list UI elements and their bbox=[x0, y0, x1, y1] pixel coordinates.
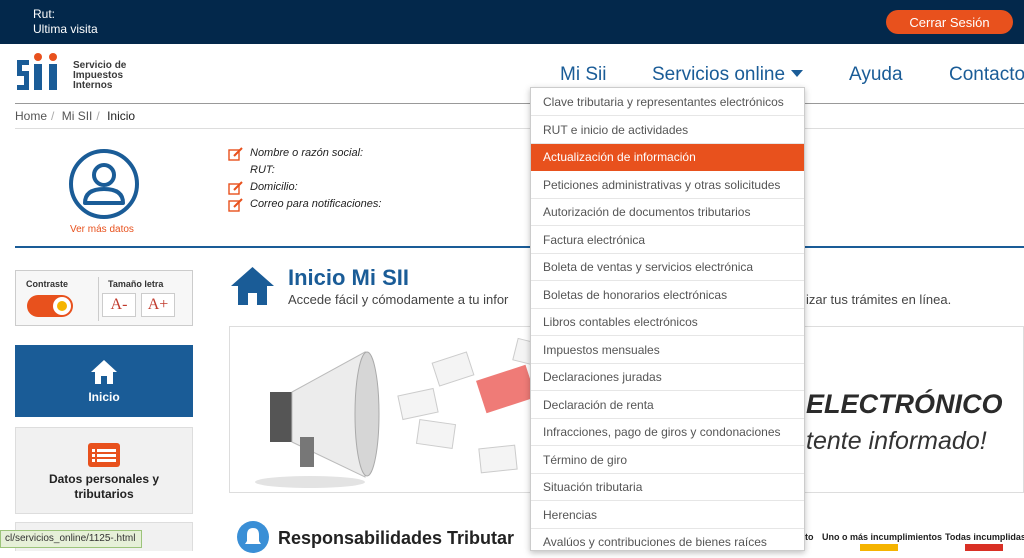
dropdown-item[interactable]: Actualización de información bbox=[531, 144, 804, 171]
sii-logo[interactable] bbox=[15, 52, 75, 96]
home-icon bbox=[91, 360, 117, 384]
banner-headline: ELECTRÓNICO bbox=[806, 389, 1003, 419]
nav-mi-sii[interactable]: Mi Sii bbox=[560, 64, 606, 86]
servicios-online-dropdown: Clave tributaria y representantes electr… bbox=[530, 87, 805, 551]
responsabilidades-title: Responsabilidades Tributar bbox=[278, 528, 515, 548]
page-subtitle-end: izar tus trámites en línea. bbox=[806, 292, 952, 307]
dropdown-item[interactable]: Declaraciones juradas bbox=[531, 364, 804, 391]
sidebar-item-datos-personales[interactable]: Datos personales y tributarios bbox=[15, 427, 193, 514]
edit-icon bbox=[228, 198, 243, 212]
sidebar-item-inicio[interactable]: Inicio bbox=[15, 345, 193, 417]
rut-label: Rut: bbox=[33, 7, 56, 21]
accessibility-panel: Contraste Tamaño letra A- A+ bbox=[15, 270, 193, 326]
edit-icon bbox=[228, 181, 243, 195]
dropdown-item[interactable]: Boletas de honorarios electrónicas bbox=[531, 282, 804, 309]
logo-text: Servicio de Impuestos Internos bbox=[73, 60, 127, 91]
breadcrumb-inicio: Inicio bbox=[107, 109, 136, 123]
logout-button[interactable]: Cerrar Sesión bbox=[886, 10, 1013, 34]
dropdown-item[interactable]: Situación tributaria bbox=[531, 474, 804, 501]
page-subtitle: Accede fácil y cómodamente a tu infor bbox=[288, 292, 509, 307]
dropdown-item[interactable]: Peticiones administrativas y otras solic… bbox=[531, 172, 804, 199]
top-bar: Rut: Ultima visita Cerrar Sesión bbox=[0, 0, 1024, 44]
nav-servicios-online[interactable]: Servicios online bbox=[652, 64, 804, 86]
font-decrease-button[interactable]: A- bbox=[102, 293, 136, 317]
contrast-toggle[interactable] bbox=[27, 295, 73, 317]
page-title: Inicio Mi SII bbox=[288, 265, 410, 290]
legend-uno-label: Uno o más incumplimientos bbox=[822, 532, 943, 542]
legend-todas-swatch bbox=[965, 544, 1003, 551]
dropdown-item[interactable]: Autorización de documentos tributarios bbox=[531, 199, 804, 226]
sun-icon bbox=[53, 297, 71, 315]
bell-icon bbox=[237, 521, 269, 553]
breadcrumb: Home / Mi SII / Inicio bbox=[15, 109, 136, 123]
dropdown-item[interactable]: Libros contables electrónicos bbox=[531, 309, 804, 336]
house-title-icon bbox=[231, 267, 274, 305]
nav-ayuda[interactable]: Ayuda bbox=[849, 64, 903, 86]
dropdown-item[interactable]: Impuestos mensuales bbox=[531, 337, 804, 364]
legend-partial-label: to bbox=[805, 532, 814, 542]
profile-divider bbox=[15, 246, 1024, 248]
dropdown-item[interactable]: Avalúos y contribuciones de bienes raíce… bbox=[531, 529, 804, 550]
breadcrumb-divider bbox=[15, 128, 1024, 129]
dropdown-item[interactable]: Herencias bbox=[531, 502, 804, 529]
user-avatar-icon bbox=[69, 149, 139, 219]
ultima-visita-label: Ultima visita bbox=[33, 22, 98, 36]
nav-contacto[interactable]: Contacto bbox=[949, 64, 1024, 86]
dropdown-item[interactable]: Clave tributaria y representantes electr… bbox=[531, 89, 804, 116]
breadcrumb-mi-sii[interactable]: Mi SII bbox=[62, 109, 93, 123]
ver-mas-datos-link[interactable]: Ver más datos bbox=[70, 224, 134, 235]
tamano-letra-label: Tamaño letra bbox=[108, 279, 164, 289]
contraste-label: Contraste bbox=[26, 279, 69, 289]
dropdown-item[interactable]: Boleta de ventas y servicios electrónica bbox=[531, 254, 804, 281]
caret-down-icon bbox=[791, 70, 804, 77]
megaphone-icon bbox=[255, 337, 550, 488]
dropdown-item[interactable]: Factura electrónica bbox=[531, 227, 804, 254]
dropdown-item[interactable]: Declaración de renta bbox=[531, 392, 804, 419]
breadcrumb-home[interactable]: Home bbox=[15, 109, 47, 123]
dropdown-item[interactable]: RUT e inicio de actividades bbox=[531, 117, 804, 144]
legend-todas-label: Todas incumplidas bbox=[945, 532, 1024, 542]
id-card-icon bbox=[88, 443, 120, 467]
font-increase-button[interactable]: A+ bbox=[141, 293, 175, 317]
legend-uno-swatch bbox=[860, 544, 898, 551]
dropdown-item[interactable]: Término de giro bbox=[531, 447, 804, 474]
status-bar-url: cl/servicios_online/1125-.html bbox=[0, 530, 143, 548]
dropdown-item[interactable]: Infracciones, pago de giros y condonacio… bbox=[531, 419, 804, 446]
nav-divider bbox=[15, 103, 1024, 104]
edit-icon bbox=[228, 147, 243, 161]
banner-tagline: tente informado! bbox=[806, 427, 987, 455]
